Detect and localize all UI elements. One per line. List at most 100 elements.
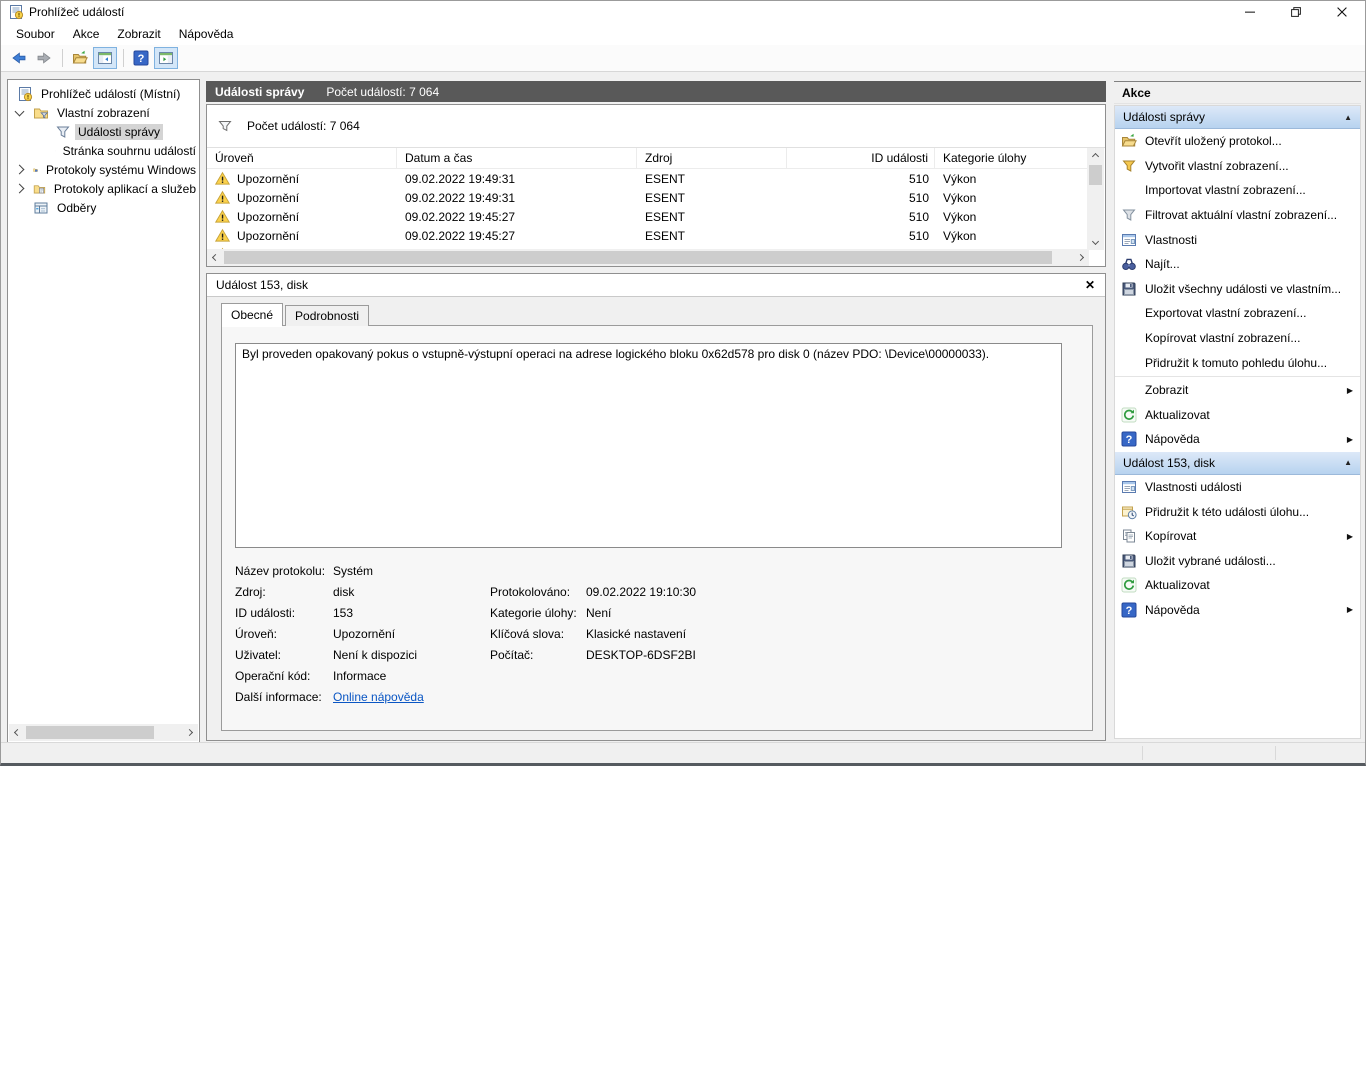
- close-button[interactable]: [1319, 1, 1365, 23]
- title-bar: Prohlížeč událostí: [1, 1, 1365, 23]
- collapse-icon[interactable]: ▲: [1344, 113, 1352, 122]
- online-help-link[interactable]: Online nápověda: [333, 690, 424, 704]
- scrollbar-thumb[interactable]: [26, 726, 154, 739]
- forward-button[interactable]: [32, 47, 56, 69]
- toolbar: [1, 45, 1365, 72]
- menu-soubor[interactable]: Soubor: [7, 24, 64, 44]
- scroll-left-icon[interactable]: [207, 249, 224, 266]
- column-header-source[interactable]: Zdroj: [637, 148, 787, 168]
- scroll-up-icon[interactable]: [1087, 148, 1104, 165]
- tab-podrobnosti[interactable]: Podrobnosti: [285, 305, 369, 326]
- action-open-saved-log[interactable]: Otevřít uložený protokol...: [1115, 129, 1360, 154]
- action-create-custom-view[interactable]: Vytvořit vlastní zobrazení...: [1115, 154, 1360, 179]
- help-icon: [1121, 431, 1137, 447]
- actions-section-header-udalost-153[interactable]: Událost 153, disk ▲: [1115, 452, 1360, 475]
- scroll-left-icon[interactable]: [9, 724, 26, 741]
- scrollbar-thumb[interactable]: [224, 251, 1052, 264]
- action-import-custom-view[interactable]: Importovat vlastní zobrazení...: [1115, 178, 1360, 203]
- open-saved-log-button[interactable]: [68, 47, 92, 69]
- column-header-event-id[interactable]: ID události: [787, 148, 935, 168]
- field-values-right: 09.02.2022 19:10:30 Není Klasické nastav…: [586, 582, 696, 666]
- action-filter-current-view[interactable]: Filtrovat aktuální vlastní zobrazení...: [1115, 203, 1360, 228]
- filter-summary-bar: Počet událostí: 7 064: [207, 105, 1105, 148]
- action-copy[interactable]: Kopírovat▶: [1115, 524, 1360, 549]
- scroll-right-icon[interactable]: [181, 724, 198, 741]
- menu-napoveda[interactable]: Nápověda: [170, 24, 243, 44]
- action-event-properties[interactable]: Vlastnosti události: [1115, 475, 1360, 500]
- action-attach-task-to-event[interactable]: Přidružit k této události úlohu...: [1115, 499, 1360, 524]
- toggle-action-pane-button[interactable]: [154, 47, 178, 69]
- restore-button[interactable]: [1273, 1, 1319, 23]
- folder-apps-icon: [33, 181, 46, 197]
- event-description[interactable]: Byl proveden opakovaný pokus o vstupně-v…: [235, 343, 1062, 548]
- tree-item-label: Odběry: [54, 200, 99, 216]
- results-header-count: Počet událostí: 7 064: [326, 85, 439, 99]
- toggle-console-tree-button[interactable]: [93, 47, 117, 69]
- menu-bar: Soubor Akce Zobrazit Nápověda: [1, 23, 1365, 45]
- app-icon: [8, 4, 24, 20]
- chevron-right-icon[interactable]: [15, 165, 25, 175]
- action-refresh-event[interactable]: Aktualizovat: [1115, 573, 1360, 598]
- action-find[interactable]: Najít...: [1115, 252, 1360, 277]
- action-help[interactable]: Nápověda▶: [1115, 427, 1360, 452]
- column-header-level[interactable]: Úroveň: [207, 148, 397, 168]
- table-row[interactable]: Upozornění 09.02.2022 19:45:27 ESENT 510…: [207, 207, 1087, 226]
- table-row[interactable]: Upozornění 09.02.2022 19:49:31 ESENT 510…: [207, 188, 1087, 207]
- minimize-button[interactable]: [1227, 1, 1273, 23]
- tree-item-odbery[interactable]: Odběry: [8, 198, 199, 217]
- action-save-selected-events[interactable]: Uložit vybrané události...: [1115, 549, 1360, 574]
- tab-content: Byl proveden opakovaný pokus o vstupně-v…: [221, 325, 1093, 731]
- folder-windows-icon: [33, 162, 38, 178]
- close-icon[interactable]: ✕: [1085, 279, 1095, 291]
- tree-item-root[interactable]: Prohlížeč událostí (Místní): [8, 84, 199, 103]
- scroll-down-icon[interactable]: [1087, 233, 1104, 250]
- action-pane-icon: [158, 50, 174, 66]
- action-view[interactable]: Zobrazit▶: [1115, 378, 1360, 403]
- tree-horizontal-scrollbar[interactable]: [9, 724, 198, 741]
- preview-tabs: Obecné Podrobnosti: [221, 303, 371, 326]
- action-help-event[interactable]: Nápověda▶: [1115, 598, 1360, 623]
- tree-item-stranka-souhrnu[interactable]: Stránka souhrnu událostí: [8, 141, 199, 160]
- field-labels-left: Název protokolu: Zdroj: ID události: Úro…: [235, 561, 325, 708]
- scroll-right-icon[interactable]: [1072, 249, 1089, 266]
- list-vertical-scrollbar[interactable]: [1087, 148, 1104, 250]
- action-properties[interactable]: Vlastnosti: [1115, 227, 1360, 252]
- chevron-down-icon[interactable]: [15, 106, 25, 116]
- help-button[interactable]: [129, 47, 153, 69]
- actions-section-header-udalosti-spravy[interactable]: Události správy ▲: [1115, 106, 1360, 129]
- tree-item-udalosti-spravy[interactable]: Události správy: [8, 122, 199, 141]
- column-header-datetime[interactable]: Datum a čas: [397, 148, 637, 168]
- refresh-icon: [1121, 577, 1137, 593]
- section-header-label: Událost 153, disk: [1123, 456, 1215, 470]
- filter-view-icon: [55, 143, 56, 159]
- action-refresh[interactable]: Aktualizovat: [1115, 403, 1360, 428]
- chevron-right-icon[interactable]: [15, 184, 25, 194]
- scrollbar-thumb[interactable]: [1089, 165, 1102, 185]
- table-row[interactable]: Upozornění 09.02.2022 19:49:31 ESENT 510…: [207, 169, 1087, 188]
- tab-obecne[interactable]: Obecné: [221, 303, 283, 326]
- action-copy-custom-view[interactable]: Kopírovat vlastní zobrazení...: [1115, 326, 1360, 351]
- tree-item-vlastni-zobrazeni[interactable]: Vlastní zobrazení: [8, 103, 199, 122]
- tree-item-protokoly-windows[interactable]: Protokoly systému Windows: [8, 160, 199, 179]
- menu-akce[interactable]: Akce: [64, 24, 109, 44]
- forward-icon: [36, 50, 52, 66]
- copy-icon: [1121, 528, 1137, 544]
- refresh-icon: [1121, 407, 1137, 423]
- table-row[interactable]: Upozornění 09.02.2022 19:45:27 ESENT 510…: [207, 226, 1087, 245]
- back-button[interactable]: [7, 47, 31, 69]
- warning-icon: [215, 190, 230, 205]
- event-viewer-window: Prohlížeč událostí Soubor Akce Zobrazit …: [0, 0, 1366, 766]
- menu-zobrazit[interactable]: Zobrazit: [108, 24, 169, 44]
- tree-item-label: Stránka souhrnu událostí: [60, 143, 199, 159]
- tree-item-protokoly-aplikaci[interactable]: Protokoly aplikací a služeb: [8, 179, 199, 198]
- event-list: Počet událostí: 7 064 Úroveň Datum a čas…: [206, 104, 1106, 267]
- binoculars-icon: [1121, 256, 1137, 272]
- column-header-category[interactable]: Kategorie úlohy: [935, 148, 1087, 168]
- collapse-icon[interactable]: ▲: [1344, 458, 1352, 467]
- list-horizontal-scrollbar[interactable]: [207, 249, 1089, 266]
- action-attach-task-to-view[interactable]: Přidružit k tomuto pohledu úlohu...: [1115, 350, 1360, 375]
- restore-icon: [1291, 7, 1301, 17]
- action-save-all-events[interactable]: Uložit všechny události ve vlastním...: [1115, 277, 1360, 302]
- filter-icon: [217, 118, 233, 134]
- action-export-custom-view[interactable]: Exportovat vlastní zobrazení...: [1115, 301, 1360, 326]
